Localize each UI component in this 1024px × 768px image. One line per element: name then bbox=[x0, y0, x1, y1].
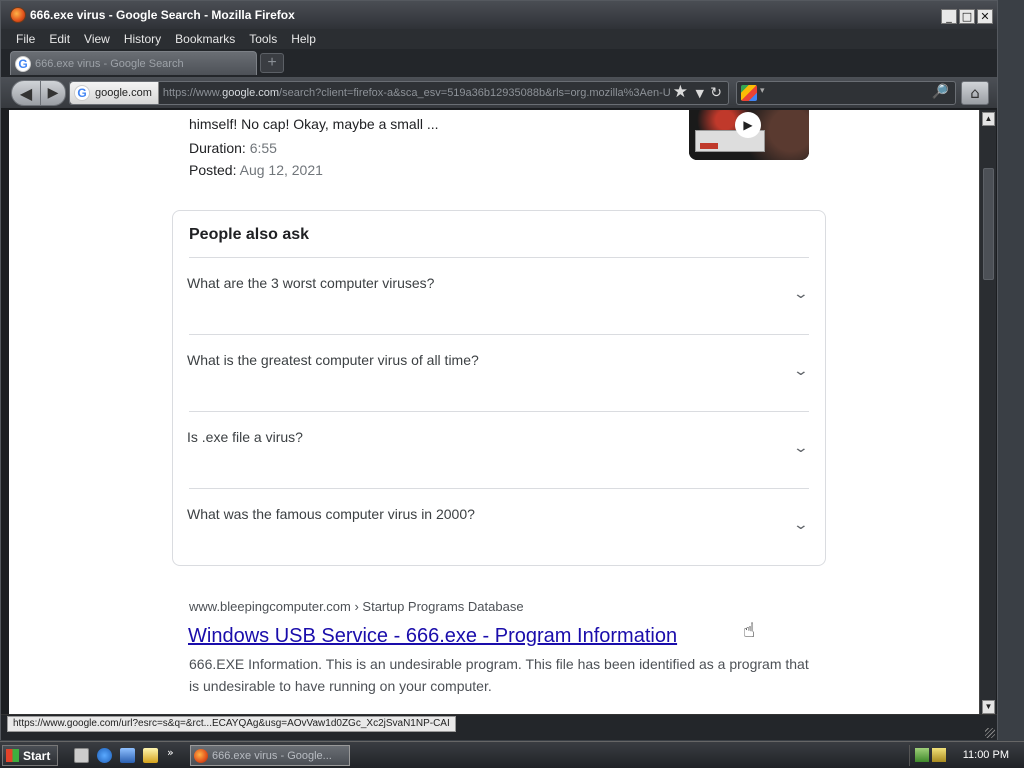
people-also-ask-panel: People also ask What are the 3 worst com… bbox=[172, 210, 826, 566]
play-icon[interactable]: ▶ bbox=[735, 112, 761, 138]
system-tray: 11:00 PM bbox=[909, 745, 1023, 766]
site-identity-button[interactable]: G google.com bbox=[70, 82, 159, 104]
url-host: google.com bbox=[222, 87, 280, 99]
google-favicon-icon: G bbox=[15, 55, 31, 72]
firefox-icon bbox=[194, 748, 208, 763]
bookmark-star-icon[interactable]: ★ bbox=[673, 82, 688, 102]
chevron-down-icon[interactable]: ⌄ bbox=[793, 440, 809, 456]
result-title-link[interactable]: Windows USB Service - 666.exe - Program … bbox=[188, 625, 677, 648]
window-controls: _ □ ✕ bbox=[941, 9, 993, 24]
menu-bookmarks[interactable]: Bookmarks bbox=[168, 32, 242, 46]
video-thumbnail[interactable]: ▶ bbox=[689, 110, 809, 160]
url-text[interactable]: https://www.google.com/search?client=fir… bbox=[163, 87, 671, 99]
scroll-down-icon[interactable]: ▼ bbox=[982, 700, 995, 714]
paa-question-text: What was the famous computer virus in 20… bbox=[187, 506, 475, 522]
search-bar[interactable]: ▾ 🔎 bbox=[736, 81, 956, 105]
back-button[interactable]: ◀ bbox=[11, 80, 41, 106]
posted-label: Posted: bbox=[189, 162, 237, 178]
home-button[interactable]: ⌂ bbox=[961, 81, 989, 105]
google-search-engine-icon[interactable] bbox=[741, 85, 757, 101]
vertical-scrollbar[interactable]: ▲ ▼ bbox=[979, 110, 996, 716]
paa-question[interactable]: What was the famous computer virus in 20… bbox=[187, 488, 809, 565]
tab-strip: G 666.exe virus - Google Search + bbox=[1, 49, 997, 77]
url-dropdown-icon[interactable]: ▼ bbox=[696, 87, 704, 100]
scroll-up-icon[interactable]: ▲ bbox=[982, 112, 995, 126]
video-posted: Posted: Aug 12, 2021 bbox=[189, 162, 323, 178]
chevron-down-icon[interactable]: ⌄ bbox=[793, 286, 809, 302]
internet-explorer-icon[interactable] bbox=[97, 748, 112, 763]
url-bar[interactable]: G google.com https://www.google.com/sear… bbox=[69, 81, 729, 105]
duration-label: Duration: bbox=[189, 140, 246, 156]
quicklaunch-more-icon[interactable]: » bbox=[167, 746, 174, 759]
result-breadcrumb[interactable]: www.bleepingcomputer.com › Startup Progr… bbox=[189, 599, 524, 614]
engine-dropdown-icon[interactable]: ▾ bbox=[760, 85, 765, 96]
paa-question-text: What are the 3 worst computer viruses? bbox=[187, 275, 435, 291]
page-content: himself! No cap! Okay, maybe a small ...… bbox=[9, 110, 979, 714]
url-path: /search?client=firefox-a&sca_esv=519a36b… bbox=[279, 87, 671, 99]
site-favicon-icon: G bbox=[74, 85, 90, 101]
windows-logo-icon bbox=[6, 749, 19, 762]
url-prefix: https://www. bbox=[162, 87, 223, 99]
paa-question[interactable]: Is .exe file a virus? ⌄ bbox=[187, 411, 809, 488]
video-snippet: himself! No cap! Okay, maybe a small ... bbox=[189, 116, 439, 132]
scrollbar-thumb[interactable] bbox=[983, 168, 994, 280]
video-duration: Duration: 6:55 bbox=[189, 140, 277, 156]
result-snippet: 666.EXE Information. This is an undesira… bbox=[189, 656, 809, 694]
title-bar[interactable]: 666.exe virus - Google Search - Mozilla … bbox=[1, 1, 997, 29]
posted-value: Aug 12, 2021 bbox=[239, 162, 323, 178]
close-button[interactable]: ✕ bbox=[977, 9, 993, 24]
paa-question[interactable]: What are the 3 worst computer viruses? ⌄ bbox=[187, 257, 809, 334]
firefox-icon bbox=[10, 7, 26, 23]
maximize-button[interactable]: □ bbox=[959, 9, 975, 24]
forward-button[interactable]: ▶ bbox=[40, 80, 66, 106]
menu-history[interactable]: History bbox=[117, 32, 168, 46]
status-hover-url: https://www.google.com/url?esrc=s&q=&rct… bbox=[7, 716, 456, 732]
start-label: Start bbox=[23, 748, 51, 763]
menu-view[interactable]: View bbox=[77, 32, 117, 46]
people-also-ask-title: People also ask bbox=[189, 226, 310, 243]
tab-label: 666.exe virus - Google Search bbox=[35, 57, 184, 70]
resize-grip-icon[interactable] bbox=[985, 728, 995, 738]
clock[interactable]: 11:00 PM bbox=[963, 749, 1009, 761]
taskbar: Start » 666.exe virus - Google... 11:00 … bbox=[0, 741, 1024, 768]
reload-icon[interactable]: ↻ bbox=[710, 85, 722, 101]
hand-pointer-icon: ☝ bbox=[743, 618, 756, 642]
menu-help[interactable]: Help bbox=[284, 32, 323, 46]
minimize-button[interactable]: _ bbox=[941, 9, 957, 24]
paa-question[interactable]: What is the greatest computer virus of a… bbox=[187, 334, 809, 411]
duration-value: 6:55 bbox=[249, 140, 277, 156]
paa-question-text: Is .exe file a virus? bbox=[187, 429, 303, 445]
new-tab-button[interactable]: + bbox=[260, 53, 284, 73]
firefox-window: 666.exe virus - Google Search - Mozilla … bbox=[0, 0, 998, 740]
menu-file[interactable]: File bbox=[9, 32, 42, 46]
network-tray-icon[interactable] bbox=[915, 748, 929, 762]
menu-bar: File Edit View History Bookmarks Tools H… bbox=[1, 29, 997, 49]
window-title: 666.exe virus - Google Search - Mozilla … bbox=[30, 8, 295, 22]
menu-edit[interactable]: Edit bbox=[42, 32, 77, 46]
site-identity-label: google.com bbox=[95, 87, 152, 99]
taskbar-firefox-label: 666.exe virus - Google... bbox=[212, 749, 332, 762]
chevron-down-icon[interactable]: ⌄ bbox=[793, 517, 809, 533]
paa-question-text: What is the greatest computer virus of a… bbox=[187, 352, 479, 368]
chevron-down-icon[interactable]: ⌄ bbox=[793, 363, 809, 379]
status-bar: https://www.google.com/url?esrc=s&q=&rct… bbox=[1, 714, 997, 740]
search-magnifier-icon[interactable]: 🔎 bbox=[932, 84, 949, 100]
start-button[interactable]: Start bbox=[2, 745, 58, 766]
outlook-express-icon[interactable] bbox=[120, 748, 135, 763]
menu-tools[interactable]: Tools bbox=[242, 32, 284, 46]
navigation-toolbar: ◀ ▶ G google.com https://www.google.com/… bbox=[1, 77, 997, 109]
desktop: 666.exe virus - Google Search - Mozilla … bbox=[0, 0, 1024, 768]
volume-tray-icon[interactable] bbox=[932, 748, 946, 762]
taskbar-firefox-button[interactable]: 666.exe virus - Google... bbox=[190, 745, 350, 766]
explorer-icon[interactable] bbox=[143, 748, 158, 763]
show-desktop-icon[interactable] bbox=[74, 748, 89, 763]
tab-google-search[interactable]: G 666.exe virus - Google Search bbox=[10, 51, 257, 75]
